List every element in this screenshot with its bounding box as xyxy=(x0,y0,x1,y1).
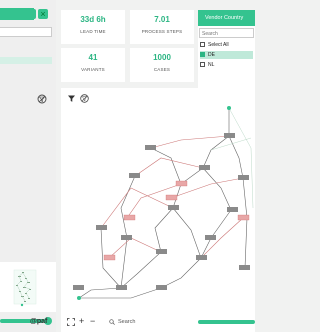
graph-search-input[interactable]: Search xyxy=(108,316,190,328)
zoom-in-button[interactable]: + xyxy=(79,316,84,326)
checkbox[interactable] xyxy=(200,42,205,47)
option-label: DE xyxy=(208,52,215,58)
vendor-search-input[interactable]: Search xyxy=(199,28,254,38)
mini-map[interactable] xyxy=(0,262,56,312)
app-logo: @paf xyxy=(30,318,48,325)
fit-screen-icon[interactable] xyxy=(67,318,75,326)
left-panel: × xyxy=(0,0,56,332)
left-close-button[interactable]: × xyxy=(38,9,48,19)
vendor-filter-title[interactable]: Vendor Country xyxy=(198,10,255,26)
right-progress-bar[interactable] xyxy=(198,320,255,324)
kpi-value: 41 xyxy=(88,53,98,62)
option-label: NL xyxy=(208,62,215,68)
kpi-variants: 41 VARIANTS xyxy=(61,48,125,82)
left-dropdown-button[interactable] xyxy=(26,9,36,19)
checkbox-checked[interactable] xyxy=(200,52,205,57)
kpi-value: 1000 xyxy=(153,53,171,62)
kpi-label: CASES xyxy=(153,67,171,72)
kpi-value: 33d 6h xyxy=(80,15,106,24)
process-graph[interactable] xyxy=(61,88,255,313)
kpi-label: LEAD TIME xyxy=(80,29,106,34)
kpi-label: VARIANTS xyxy=(81,67,105,72)
vendor-option-de[interactable]: DE xyxy=(200,51,253,59)
option-label: Select All xyxy=(208,42,229,48)
vendor-option-nl[interactable]: NL xyxy=(200,61,253,69)
kpi-value: 7.01 xyxy=(154,15,170,24)
checkbox[interactable] xyxy=(200,62,205,67)
app-root: × 33d 6h LEAD TIME 7.01 PROCESS STEPS 41… xyxy=(0,0,255,332)
filter-slash-icon[interactable] xyxy=(37,94,47,104)
vendor-option-select-all[interactable]: Select All xyxy=(200,41,253,49)
left-input[interactable] xyxy=(0,27,52,37)
process-graph-panel[interactable] xyxy=(61,88,255,332)
zoom-out-button[interactable]: − xyxy=(90,316,95,326)
left-selected-row[interactable] xyxy=(0,57,52,64)
kpi-cases: 1000 CASES xyxy=(130,48,194,82)
kpi-label: PROCESS STEPS xyxy=(141,29,183,34)
vendor-country-filter: Vendor Country Search Select All DE NL xyxy=(198,10,255,94)
kpi-process-steps: 7.01 PROCESS STEPS xyxy=(130,10,194,44)
close-icon: × xyxy=(40,9,46,19)
kpi-lead-time: 33d 6h LEAD TIME xyxy=(61,10,125,44)
